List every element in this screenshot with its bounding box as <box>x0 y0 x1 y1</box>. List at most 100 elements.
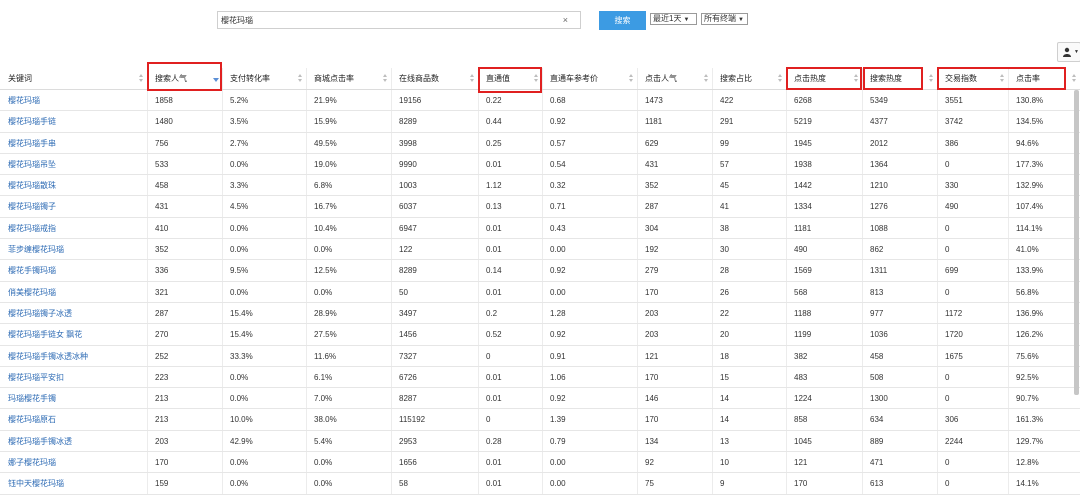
column-header-search-popularity[interactable]: 搜索人气 <box>147 68 222 89</box>
keyword-link[interactable]: 樱花玛瑙平安扣 <box>0 367 147 387</box>
sort-icon[interactable] <box>298 74 303 84</box>
search-toolbar: × 搜索 最近1天▼ 所有终端▼ <box>0 0 1080 40</box>
table-row: 樱花手镯玛瑙 336 9.5% 12.5% 8289 0.14 0.92 279 28 1569 1… <box>0 260 1080 282</box>
keyword-link[interactable]: 樱花玛瑙散珠 <box>0 175 147 195</box>
keyword-link[interactable]: 樱花玛瑙手镯冰透冰种 <box>0 346 147 366</box>
cell-search-share: 45 <box>712 175 786 196</box>
sort-desc-icon[interactable] <box>213 78 219 82</box>
sort-icon[interactable] <box>704 74 709 84</box>
cell-click-heat: 121 <box>786 452 862 473</box>
cell-click-popularity: 192 <box>637 239 712 260</box>
cell-search-share: 41 <box>712 196 786 217</box>
column-header-click-popularity[interactable]: 点击人气 <box>637 68 712 89</box>
cell-search-share: 14 <box>712 409 786 430</box>
keyword-link[interactable]: 钰中天樱花玛瑙 <box>0 473 147 493</box>
cell-cpc-reference: 0.92 <box>542 388 637 409</box>
keyword-link[interactable]: 樱花玛瑙手镯冰透 <box>0 431 147 451</box>
column-header-click-heat[interactable]: 点击热度 <box>786 68 862 89</box>
cell-click-popularity: 203 <box>637 324 712 345</box>
keyword-link[interactable]: 樱花玛瑙手链 <box>0 111 147 131</box>
sort-icon[interactable] <box>383 74 388 84</box>
cell-cpc-reference: 0.92 <box>542 260 637 281</box>
keyword-link[interactable]: 樱花玛瑙戒指 <box>0 218 147 238</box>
keyword-link[interactable]: 樱花玛瑙镯子冰透 <box>0 303 147 323</box>
cell-mall-ctr: 49.5% <box>306 132 391 153</box>
table-row: 樱花玛瑙吊坠 533 0.0% 19.0% 9990 0.01 0.54 431 57 1938 1… <box>0 153 1080 176</box>
column-header-ctr[interactable]: 点击率 <box>1008 68 1080 89</box>
terminal-select[interactable]: 所有终端 ▼ <box>701 13 748 25</box>
sort-icon[interactable] <box>139 74 144 84</box>
keyword-link[interactable]: 樱花玛瑙吊坠 <box>0 154 147 174</box>
table-row: 樱花玛瑙手链女 飘花 270 15.4% 27.5% 1456 0.52 0.92 203 20… <box>0 324 1080 346</box>
keyword-link[interactable]: 樱花玛瑙原石 <box>0 409 147 429</box>
cell-online-items: 1656 <box>391 452 478 473</box>
period-select[interactable]: 最近1天 ▼ <box>650 13 697 25</box>
cell-search-heat: 1311 <box>862 260 937 281</box>
sort-icon[interactable] <box>778 74 783 84</box>
column-header-search-heat[interactable]: 搜索热度 <box>862 68 937 89</box>
cell-search-popularity: 1480 <box>147 111 222 132</box>
cell-search-share: 38 <box>712 217 786 239</box>
column-header-online-items[interactable]: 在线商品数 <box>391 68 478 89</box>
column-header-cpc-reference[interactable]: 直通车参考价 <box>542 68 637 89</box>
cell-cpc-reference: 0.00 <box>542 452 637 473</box>
cell-search-popularity: 458 <box>147 175 222 196</box>
table-row: 樱花玛瑙 1858 5.2% 21.9% 19156 0.22 0.68 1473 422 626… <box>0 90 1080 112</box>
column-header-payment-conversion[interactable]: 支付转化率 <box>222 68 306 89</box>
cell-trade-index: 0 <box>937 217 1008 239</box>
table-row: 菲步缠樱花玛瑙 352 0.0% 0.0% 122 0.01 0.00 192 30 490 862… <box>0 239 1080 261</box>
search-input[interactable] <box>221 14 551 27</box>
keyword-link[interactable]: 玛瑙樱花手镯 <box>0 388 147 408</box>
column-header-trade-index[interactable]: 交易指数 <box>937 68 1008 89</box>
cell-cpc-reference: 1.28 <box>542 302 637 324</box>
column-header-label: 搜索人气 <box>155 74 187 83</box>
cell-payment-conversion: 9.5% <box>222 260 306 281</box>
cell-click-heat: 1181 <box>786 217 862 239</box>
scrollbar[interactable] <box>1074 90 1079 395</box>
cell-search-share: 10 <box>712 452 786 473</box>
cell-through-value: 1.12 <box>478 175 542 196</box>
column-header-keyword[interactable]: 关键词 <box>0 68 147 89</box>
keyword-link[interactable]: 娜子樱花玛瑙 <box>0 452 147 472</box>
sort-icon[interactable] <box>1000 74 1005 84</box>
keyword-link[interactable]: 樱花玛瑙手链女 飘花 <box>0 324 147 344</box>
cell-payment-conversion: 10.0% <box>222 409 306 430</box>
keyword-link[interactable]: 樱花玛瑙镯子 <box>0 196 147 216</box>
cell-through-value: 0.13 <box>478 196 542 217</box>
column-header-search-share[interactable]: 搜索占比 <box>712 68 786 89</box>
keyword-link[interactable]: 俏美樱花玛瑙 <box>0 282 147 302</box>
cell-payment-conversion: 0.0% <box>222 366 306 388</box>
search-button[interactable]: 搜索 <box>599 11 646 30</box>
cell-search-share: 99 <box>712 132 786 153</box>
cell-through-value: 0.22 <box>478 90 542 111</box>
export-button[interactable]: ▼ <box>1057 42 1080 62</box>
column-header-mall-ctr[interactable]: 商城点击率 <box>306 68 391 89</box>
cell-search-heat: 1210 <box>862 175 937 196</box>
cell-search-heat: 977 <box>862 302 937 324</box>
cell-click-popularity: 170 <box>637 281 712 302</box>
keyword-link[interactable]: 樱花玛瑙手串 <box>0 133 147 153</box>
terminal-select-value: 所有终端 <box>704 14 736 23</box>
sort-icon[interactable] <box>470 74 475 84</box>
cell-mall-ctr: 16.7% <box>306 196 391 217</box>
clear-icon[interactable]: × <box>563 15 568 25</box>
sort-icon[interactable] <box>1072 74 1077 84</box>
cell-through-value: 0.52 <box>478 324 542 345</box>
cell-payment-conversion: 0.0% <box>222 239 306 260</box>
sort-icon[interactable] <box>854 74 859 84</box>
sort-icon[interactable] <box>534 74 539 84</box>
cell-trade-index: 0 <box>937 452 1008 473</box>
sort-icon[interactable] <box>629 74 634 84</box>
keyword-link[interactable]: 菲步缠樱花玛瑙 <box>0 239 147 259</box>
chevron-down-icon: ▼ <box>1074 49 1079 55</box>
cell-ctr: 14.1% <box>1008 473 1080 494</box>
cell-mall-ctr: 6.8% <box>306 175 391 196</box>
keyword-link[interactable]: 樱花玛瑙 <box>0 90 147 110</box>
cell-cpc-reference: 0.00 <box>542 239 637 260</box>
cell-payment-conversion: 0.0% <box>222 217 306 239</box>
column-header-through-value[interactable]: 直通值 <box>478 68 542 89</box>
keyword-link[interactable]: 樱花手镯玛瑙 <box>0 260 147 280</box>
cell-search-heat: 613 <box>862 473 937 494</box>
cell-trade-index: 1675 <box>937 345 1008 366</box>
sort-icon[interactable] <box>929 74 934 84</box>
